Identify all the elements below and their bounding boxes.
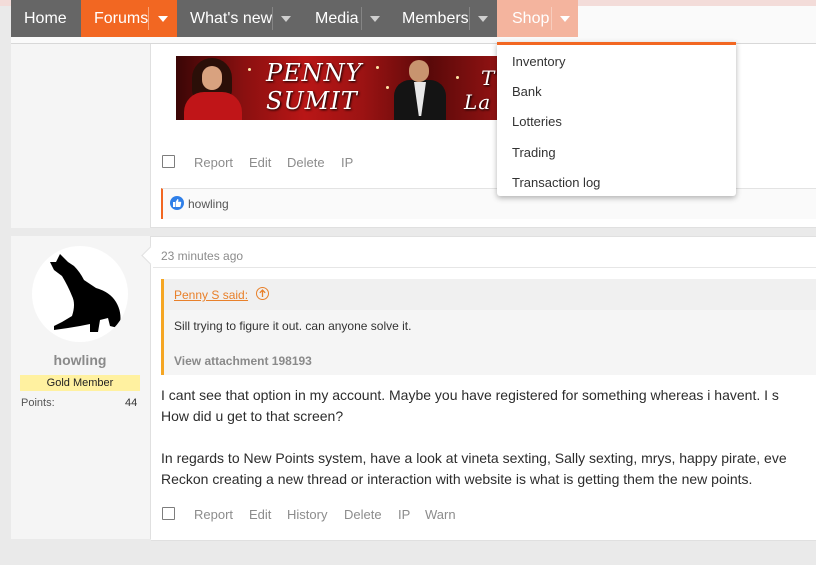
points-value: 44: [125, 397, 138, 409]
banner-figure: [184, 92, 242, 120]
shop-dropdown-menu: Inventory Bank Lotteries Trading Transac…: [497, 42, 736, 196]
menu-item-transaction-log[interactable]: Transaction log: [512, 175, 600, 190]
chevron-down-icon[interactable]: [469, 0, 496, 37]
howling-wolf-icon: [50, 254, 121, 332]
post1-user-column: [11, 44, 151, 228]
username[interactable]: howling: [20, 352, 140, 368]
nav-home-label: Home: [24, 9, 67, 27]
delete-button[interactable]: Delete: [344, 507, 382, 522]
quote-block: Penny S said: Sill trying to figure it o…: [161, 279, 816, 375]
nav-media-label: Media: [315, 9, 359, 27]
nav-forums-label: Forums: [94, 9, 149, 27]
points-label: Points:: [21, 397, 55, 409]
ip-button[interactable]: IP: [398, 507, 410, 522]
arrow-up-circle-icon[interactable]: [256, 287, 269, 300]
nav-members[interactable]: Members: [389, 0, 497, 37]
banner-text: T: [481, 66, 496, 90]
nav-shop-label: Shop: [512, 9, 550, 27]
nav-whats-new[interactable]: What's new: [177, 0, 299, 37]
banner-text: La: [464, 90, 492, 114]
banner-text: PENNY: [266, 59, 363, 87]
post-body-line: How did u get to that screen?: [161, 408, 344, 424]
chevron-down-icon[interactable]: [149, 0, 176, 37]
nav-members-label: Members: [402, 9, 469, 27]
quote-text: Sill trying to figure it out. can anyone…: [174, 319, 412, 333]
post-body-line: Reckon creating a new thread or interact…: [161, 471, 753, 487]
delete-button[interactable]: Delete: [287, 155, 325, 170]
banner-sparkle: [376, 66, 379, 69]
nav-whats-new-label: What's new: [190, 9, 273, 27]
chevron-down-icon[interactable]: [272, 0, 299, 37]
signature-banner-image[interactable]: PENNY SUMIT T La: [176, 56, 515, 120]
attachment-link[interactable]: View attachment 198193: [174, 354, 312, 368]
select-post-checkbox[interactable]: [162, 155, 175, 168]
chevron-down-icon[interactable]: [361, 0, 388, 37]
reaction-users-link[interactable]: howling: [188, 197, 229, 211]
menu-item-inventory[interactable]: Inventory: [512, 54, 565, 69]
ip-button[interactable]: IP: [341, 155, 353, 170]
menu-item-lotteries[interactable]: Lotteries: [512, 114, 562, 129]
banner-sparkle: [386, 86, 389, 89]
nav-forums[interactable]: Forums: [81, 0, 177, 37]
edit-button[interactable]: Edit: [249, 155, 271, 170]
banner-sparkle: [248, 68, 251, 71]
user-rank-badge: Gold Member: [20, 375, 140, 391]
warn-button[interactable]: Warn: [425, 507, 456, 522]
chevron-down-icon[interactable]: [551, 0, 578, 37]
quote-author-link[interactable]: Penny S said:: [174, 288, 248, 302]
post-body-line: In regards to New Points system, have a …: [161, 450, 787, 466]
nav-media[interactable]: Media: [299, 0, 389, 37]
nav-shop[interactable]: Shop: [497, 0, 578, 37]
edit-button[interactable]: Edit: [249, 507, 271, 522]
history-button[interactable]: History: [287, 507, 327, 522]
banner-figure: [409, 60, 429, 82]
menu-item-trading[interactable]: Trading: [512, 145, 556, 160]
report-button[interactable]: Report: [194, 507, 233, 522]
menu-item-bank[interactable]: Bank: [512, 84, 542, 99]
post-body-line: I cant see that option in my account. Ma…: [161, 387, 779, 403]
user-avatar[interactable]: [32, 246, 128, 342]
banner-figure: [202, 66, 222, 90]
thumbs-up-icon: [170, 196, 184, 210]
report-button[interactable]: Report: [194, 155, 233, 170]
select-post-checkbox[interactable]: [162, 507, 175, 520]
nav-home[interactable]: Home: [11, 0, 81, 37]
divider: [153, 267, 816, 268]
banner-text: SUMIT: [266, 87, 358, 115]
post-timestamp[interactable]: 23 minutes ago: [161, 249, 243, 263]
banner-sparkle: [456, 76, 459, 79]
